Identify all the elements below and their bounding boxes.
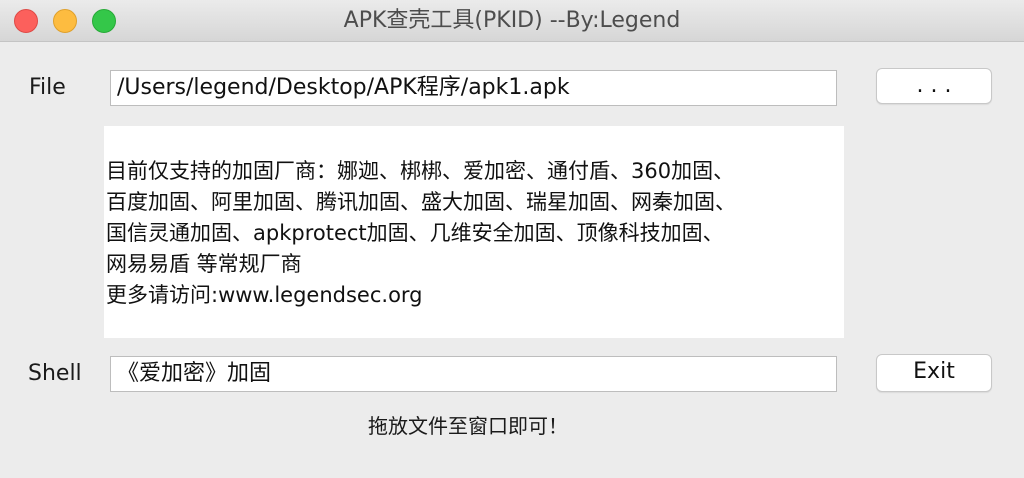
supported-vendors-panel: 目前仅支持的加固厂商：娜迦、梆梆、爱加密、通付盾、360加固、 百度加固、阿里加… [104,126,844,338]
browse-button[interactable]: . . . [876,68,992,104]
title-bar[interactable]: APK查壳工具(PKID) --By:Legend [0,0,1024,42]
file-path-field[interactable]: /Users/legend/Desktop/APK程序/apk1.apk [110,70,837,106]
drop-hint: 拖放文件至窗口即可！ [368,414,568,438]
info-line-2: 百度加固、阿里加固、腾讯加固、盛大加固、瑞星加固、网秦加固、 [106,190,736,214]
shell-result-field[interactable]: 《爱加密》加固 [110,356,837,392]
file-label: File [29,75,66,100]
info-line-1: 目前仅支持的加固厂商：娜迦、梆梆、爱加密、通付盾、360加固、 [106,159,735,183]
info-line-4: 网易易盾 等常规厂商 [106,252,302,276]
info-line-3: 国信灵通加固、apkprotect加固、几维安全加固、顶像科技加固、 [106,221,724,245]
app-window: APK查壳工具(PKID) --By:Legend File /Users/le… [0,0,1024,478]
window-title: APK查壳工具(PKID) --By:Legend [343,8,681,33]
info-line-website: 更多请访问:www.legendsec.org [106,283,423,307]
exit-button[interactable]: Exit [876,354,992,392]
shell-label: Shell [28,361,82,386]
